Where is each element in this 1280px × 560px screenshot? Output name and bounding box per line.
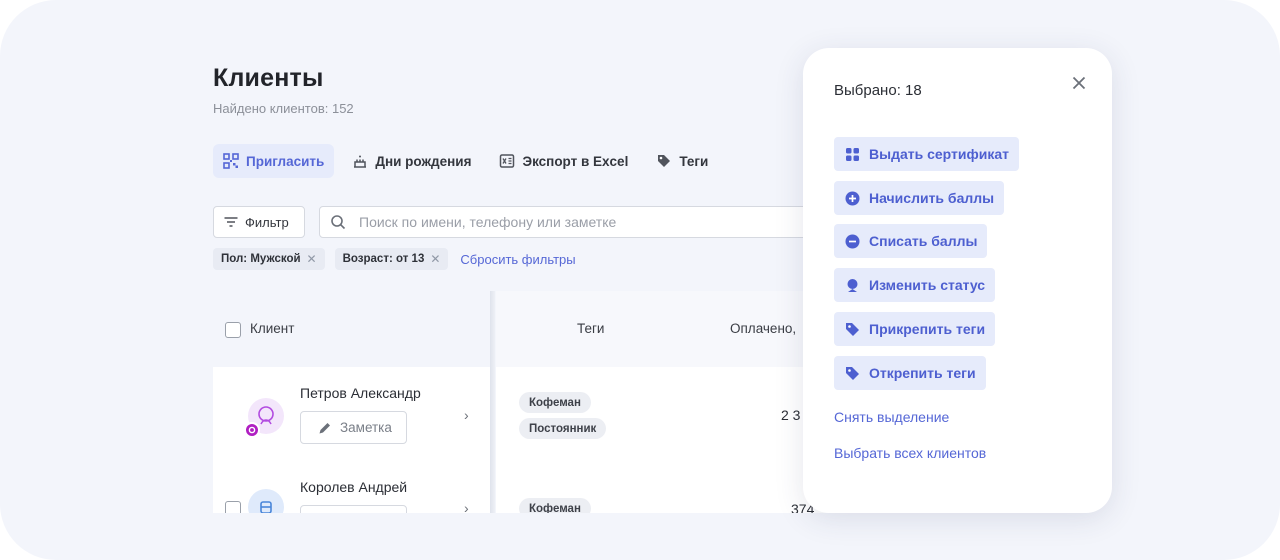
invite-label: Пригласить [246,153,325,169]
excel-icon [499,153,515,169]
client-name[interactable]: Королев Андрей [300,479,407,495]
active-filters: Пол: Мужской ✕ Возраст: от 13 ✕ Сбросить… [213,248,576,270]
client-name[interactable]: Петров Александр [300,385,421,401]
invite-button[interactable]: Пригласить [213,144,335,178]
select-all-clients-link[interactable]: Выбрать всех клиентов [834,445,986,461]
note-button[interactable]: Заметка [300,411,407,444]
tag-icon [845,366,860,381]
remove-chip-icon[interactable]: ✕ [307,252,317,266]
action-label: Списать баллы [869,233,978,249]
table-header-left: Клиент [213,291,490,367]
action-label: Начислить баллы [869,190,995,206]
column-header-paid: Оплачено, [730,321,797,336]
filter-chip-age: Возраст: от 13 ✕ [334,248,449,270]
minus-circle-icon [845,234,860,249]
add-points-button[interactable]: Начислить баллы [834,181,1005,215]
filter-chip-label: Пол: Мужской [221,253,301,265]
tag-icon [845,322,860,337]
close-icon[interactable] [1069,73,1089,93]
selected-check-icon [244,422,260,438]
table-header-right: Теги Оплачено, [496,291,833,367]
birthdays-button[interactable]: Дни рождения [342,144,481,178]
page-title: Клиенты [213,64,324,92]
search-box [319,206,819,238]
note-label: Заметка [340,420,392,435]
clients-count: Найдено клиентов: 152 [213,101,354,116]
column-header-tags: Теги [577,321,605,336]
chevron-right-icon[interactable]: › [464,500,469,513]
reset-filters-link[interactable]: Сбросить фильтры [460,252,575,267]
qr-code-icon [223,153,239,169]
detach-tags-button[interactable]: Открепить теги [834,356,986,390]
pencil-icon [317,420,333,436]
bulk-actions-popup: Выбрано: 18 Выдать сертификат Начислить … [803,48,1112,513]
certificate-icon [845,147,860,162]
tags-label: Теги [679,153,709,169]
deselect-link[interactable]: Снять выделение [834,409,949,425]
plus-circle-icon [845,191,860,206]
column-header-client: Клиент [250,321,295,336]
remove-chip-icon[interactable]: ✕ [430,252,440,266]
filter-label: Фильтр [245,214,289,230]
attach-tags-button[interactable]: Прикрепить теги [834,312,996,346]
chevron-right-icon[interactable]: › [464,407,469,423]
action-label: Выдать сертификат [869,146,1009,162]
status-icon [845,278,860,293]
client-tag: Постоянник [519,418,607,439]
action-label: Прикрепить теги [869,321,986,337]
action-label: Изменить статус [869,277,986,293]
column-divider [490,291,495,513]
action-label: Открепить теги [869,365,976,381]
export-excel-label: Экспорт в Excel [522,153,629,169]
paid-amount: 2 3 [781,407,801,423]
table-body-left: Петров Александр Заметка › Королев Андре… [213,367,490,513]
row-checkbox[interactable] [225,501,241,513]
table-body-right: Кофеман Постоянник 2 3 Кофеман 374 [496,367,833,513]
deduct-points-button[interactable]: Списать баллы [834,224,988,258]
client-tag: Кофеман [519,498,591,513]
select-all-checkbox[interactable] [225,322,241,338]
toolbar: Пригласить Дни рождения Экспорт в Excel … [213,144,726,178]
filter-chip-gender: Пол: Мужской ✕ [213,248,325,270]
app-canvas: Клиенты Найдено клиентов: 152 Пригласить… [0,0,1280,560]
filter-icon [223,214,239,230]
export-excel-button[interactable]: Экспорт в Excel [489,144,638,178]
tag-icon [656,153,672,169]
birthdays-label: Дни рождения [375,153,472,169]
search-input[interactable] [359,214,799,230]
cake-icon [352,153,368,169]
issue-certificate-button[interactable]: Выдать сертификат [834,137,1019,171]
filter-chip-label: Возраст: от 13 [342,253,425,265]
selected-count: Выбрано: 18 [834,82,922,99]
change-status-button[interactable]: Изменить статус [834,268,996,302]
clients-table: Клиент Теги Оплачено, Петров Александр З… [213,291,833,513]
avatar [248,489,284,513]
filter-button[interactable]: Фильтр [213,206,305,238]
client-tag: Кофеман [519,392,591,413]
tags-button[interactable]: Теги [646,144,718,178]
search-icon [330,214,346,230]
note-button[interactable] [300,505,407,513]
